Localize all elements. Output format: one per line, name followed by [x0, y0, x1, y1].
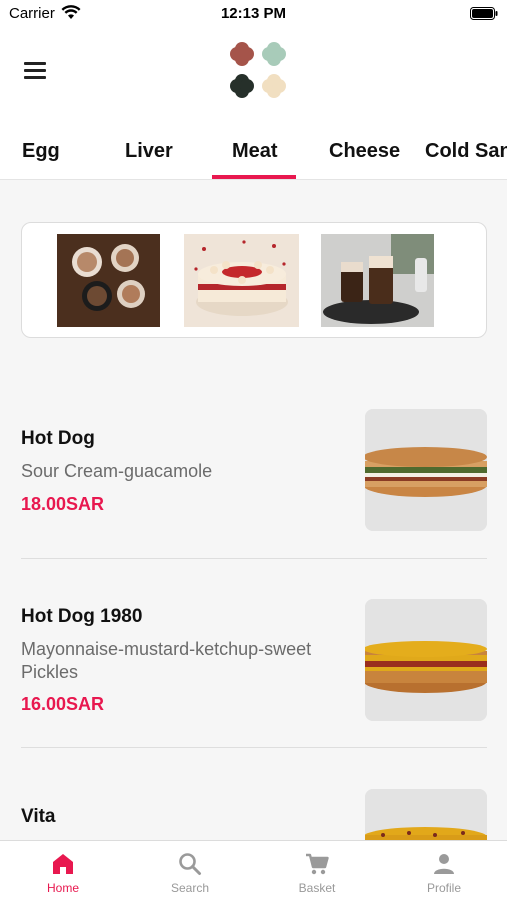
- cart-icon: [306, 853, 329, 875]
- tab-egg[interactable]: Egg: [22, 140, 60, 163]
- hot-dog-image: [365, 409, 487, 531]
- tab-selected-indicator: [212, 175, 296, 179]
- divider: [21, 558, 487, 559]
- logo-petal-top-left: [230, 42, 254, 66]
- logo-petal-bottom-right: [262, 74, 286, 98]
- product-price: 16.00SAR: [21, 694, 105, 714]
- product-name: Hot Dog: [21, 428, 95, 449]
- promo-banner: [21, 222, 487, 338]
- product-description: Sour Cream-guacamole: [21, 461, 213, 481]
- app-header: [0, 28, 507, 128]
- hot-dog-1980-image: [365, 599, 487, 721]
- app-screen: Carrier 12:13 PM Egg Liver Meat Cheese C…: [0, 0, 507, 900]
- brand-logo: [230, 42, 286, 98]
- tab-cold-sandwiches[interactable]: Cold San: [425, 140, 507, 163]
- nav-label: Home: [46, 881, 79, 895]
- divider: [21, 747, 487, 748]
- nav-item-home[interactable]: Home: [0, 841, 126, 900]
- tab-cheese[interactable]: Cheese: [329, 140, 400, 163]
- clock: 12:13 PM: [220, 5, 287, 22]
- product-description: Mayonnaise-mustard-ketchup-sweet Pickles: [21, 639, 312, 682]
- bottom-nav-bar: Home Search Basket Profile: [0, 840, 507, 900]
- nav-item-search[interactable]: Search: [127, 841, 253, 900]
- nav-label: Profile: [426, 881, 461, 895]
- red-velvet-cake-image[interactable]: [184, 234, 299, 327]
- battery-icon: [470, 7, 498, 20]
- category-tabs: Egg Liver Meat Cheese Cold San: [0, 128, 507, 180]
- search-icon: [179, 853, 201, 875]
- tab-meat[interactable]: Meat: [232, 140, 278, 163]
- product-image[interactable]: [365, 409, 487, 531]
- logo-petal-top-right: [262, 42, 286, 66]
- iced-coffee-glasses-image[interactable]: [321, 234, 434, 327]
- tab-liver[interactable]: Liver: [125, 140, 173, 163]
- home-icon: [53, 854, 73, 874]
- status-bar: Carrier 12:13 PM: [0, 0, 507, 28]
- logo-petal-bottom-left: [230, 74, 254, 98]
- person-icon: [434, 854, 454, 874]
- coffee-cups-image[interactable]: [57, 234, 160, 327]
- product-image[interactable]: [365, 599, 487, 721]
- nav-label: Search: [170, 881, 210, 895]
- nav-label: Basket: [298, 881, 336, 895]
- product-name: Vita: [21, 806, 56, 827]
- product-price: 18.00SAR: [21, 494, 105, 514]
- hamburger-menu-icon[interactable]: [24, 62, 48, 80]
- nav-item-profile[interactable]: Profile: [381, 841, 507, 900]
- product-name: Hot Dog 1980: [21, 606, 143, 627]
- nav-item-basket[interactable]: Basket: [254, 841, 380, 900]
